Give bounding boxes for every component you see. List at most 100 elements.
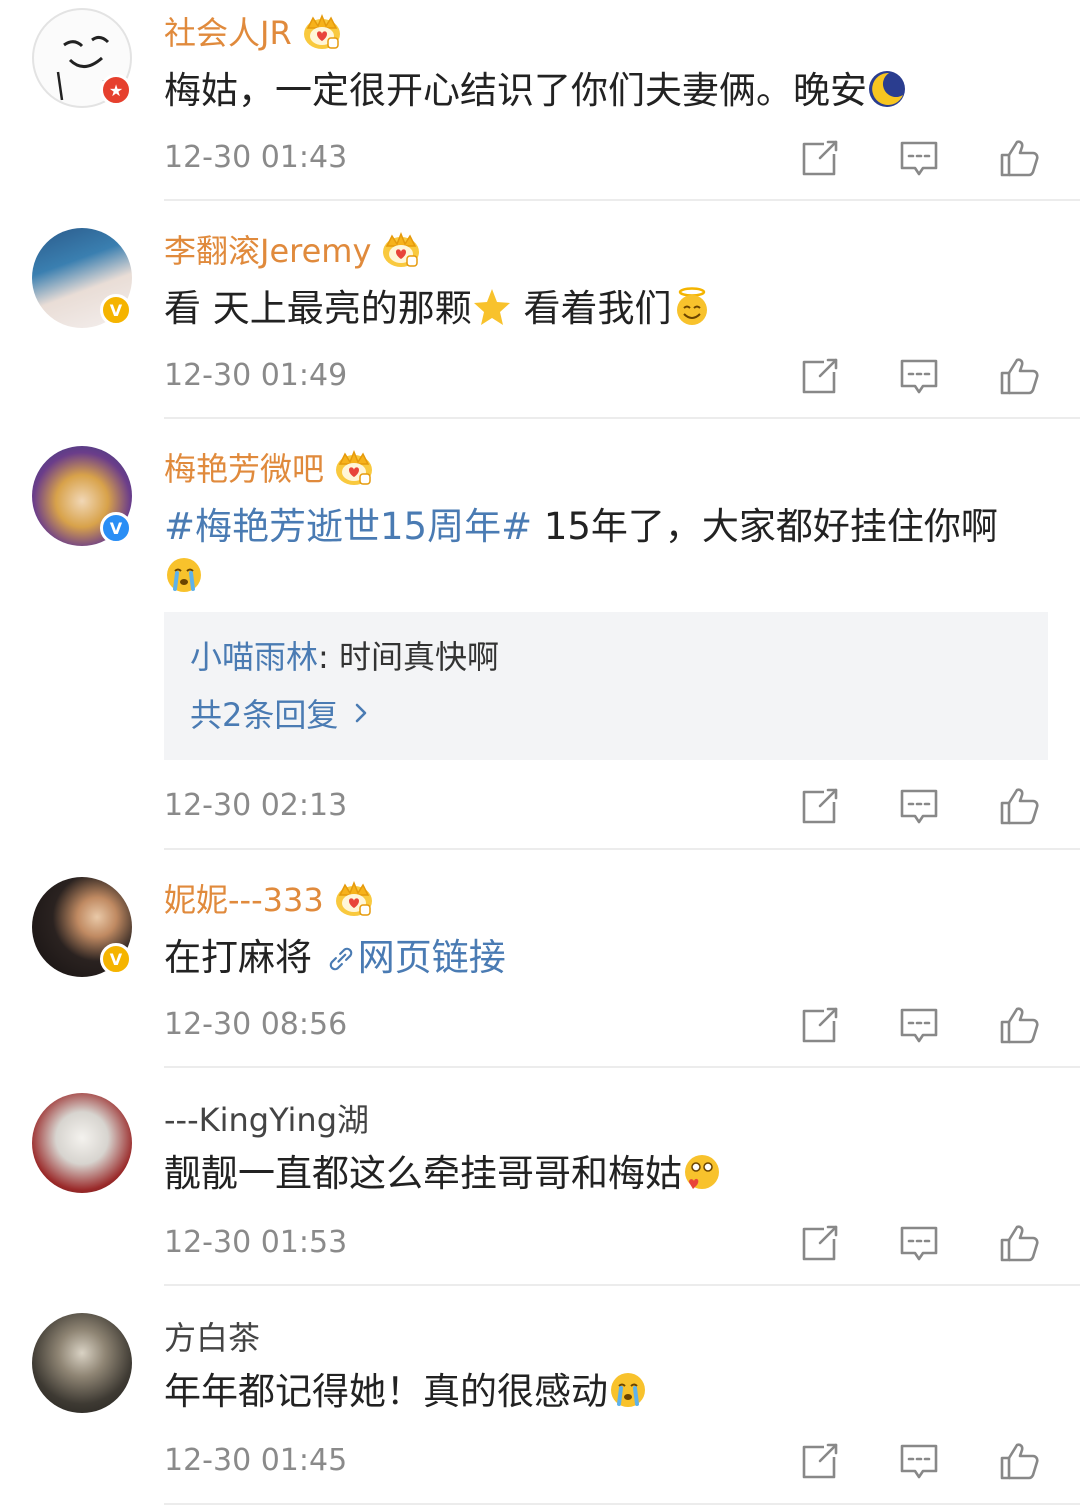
comment-time: 12-30 01:43 bbox=[164, 140, 348, 175]
reply-username[interactable]: 小喵雨林 bbox=[190, 638, 318, 676]
more-replies-link[interactable]: 共2条回复 bbox=[190, 690, 1022, 736]
avatar[interactable]: V bbox=[32, 228, 132, 328]
comment-text-content: 年年都记得她！真的很感动 bbox=[164, 1370, 608, 1413]
username-text[interactable]: 妮妮---333 bbox=[164, 875, 324, 921]
share-button[interactable] bbox=[798, 138, 840, 178]
divider bbox=[164, 417, 1080, 419]
comment-text-content: 15年了，大家都好挂住你啊 bbox=[532, 505, 998, 548]
web-link[interactable]: 网页链接 bbox=[324, 936, 506, 979]
reply-preview[interactable]: 小喵雨林: 时间真快啊 共2条回复 bbox=[164, 612, 1048, 760]
comment-time: 12-30 01:53 bbox=[164, 1225, 348, 1260]
share-icon bbox=[802, 1225, 838, 1261]
comment-actions bbox=[798, 138, 1040, 178]
like-button[interactable] bbox=[998, 1441, 1040, 1481]
like-icon bbox=[1000, 1443, 1039, 1480]
like-button[interactable] bbox=[998, 786, 1040, 826]
like-button[interactable] bbox=[998, 1005, 1040, 1045]
share-button[interactable] bbox=[798, 1441, 840, 1481]
comment-time: 12-30 02:13 bbox=[164, 788, 348, 823]
comment-icon bbox=[900, 1008, 938, 1043]
username-text[interactable]: 社会人JR bbox=[164, 8, 292, 54]
comment-icon bbox=[900, 359, 938, 394]
username-text[interactable]: 李翻滚Jeremy bbox=[164, 226, 371, 272]
avatar[interactable] bbox=[32, 1093, 132, 1193]
reply-button[interactable] bbox=[898, 786, 940, 826]
share-icon bbox=[802, 358, 838, 394]
divider bbox=[164, 1284, 1080, 1286]
reply-text: : 时间真快啊 bbox=[318, 638, 499, 676]
like-icon bbox=[1000, 1225, 1039, 1262]
like-icon bbox=[1000, 788, 1039, 825]
like-icon bbox=[1000, 358, 1039, 395]
like-button[interactable] bbox=[998, 1223, 1040, 1263]
verified-badge: ★ bbox=[100, 74, 132, 106]
username-text[interactable]: ---KingYing湖 bbox=[164, 1095, 369, 1141]
like-button[interactable] bbox=[998, 138, 1040, 178]
reply-button[interactable] bbox=[898, 1223, 940, 1263]
comment-actions bbox=[798, 1441, 1040, 1481]
comment-text-content: 看着我们 bbox=[511, 287, 672, 330]
vip-crown-icon bbox=[335, 451, 373, 486]
avatar[interactable]: ★ bbox=[32, 8, 132, 108]
comment-text-content: 靓靓一直都这么牵挂哥哥和梅姑 bbox=[164, 1152, 682, 1195]
comment-actions bbox=[798, 1223, 1040, 1263]
comment-text-content: 梅姑，一定很开心结识了你们夫妻俩。晚安 bbox=[164, 69, 867, 112]
avatar[interactable] bbox=[32, 1313, 132, 1413]
divider bbox=[164, 848, 1080, 850]
username[interactable]: 李翻滚Jeremy bbox=[164, 226, 421, 272]
moon-face-emoji-icon bbox=[869, 71, 905, 107]
reply-button[interactable] bbox=[898, 1005, 940, 1045]
comment-icon bbox=[900, 1226, 938, 1261]
comment-text-content: 在打麻将 bbox=[164, 936, 324, 979]
share-button[interactable] bbox=[798, 356, 840, 396]
comment-text: 梅姑，一定很开心结识了你们夫妻俩。晚安 bbox=[164, 66, 1044, 116]
username[interactable]: 梅艳芳微吧 bbox=[164, 444, 374, 490]
comment-text: #梅艳芳逝世15周年# 15年了，大家都好挂住你啊 bbox=[164, 502, 1044, 602]
crying-emoji-icon bbox=[611, 1373, 645, 1407]
web-link-text[interactable]: 网页链接 bbox=[358, 936, 506, 979]
share-icon bbox=[802, 1007, 838, 1043]
divider bbox=[164, 1503, 1080, 1505]
comment-actions bbox=[798, 786, 1040, 826]
share-icon bbox=[802, 1443, 838, 1479]
verified-badge: V bbox=[100, 943, 132, 975]
reply-button[interactable] bbox=[898, 138, 940, 178]
crying-emoji-icon bbox=[167, 558, 201, 592]
username[interactable]: 方白茶 bbox=[164, 1313, 260, 1359]
username-text[interactable]: 方白茶 bbox=[164, 1313, 260, 1359]
share-button[interactable] bbox=[798, 1223, 840, 1263]
angel-emoji-icon bbox=[676, 287, 707, 325]
username[interactable]: 妮妮---333 bbox=[164, 875, 374, 921]
username-text[interactable]: 梅艳芳微吧 bbox=[164, 444, 324, 490]
divider bbox=[164, 199, 1080, 201]
share-icon bbox=[802, 140, 838, 176]
reply-button[interactable] bbox=[898, 1441, 940, 1481]
comment-icon bbox=[900, 789, 938, 824]
divider bbox=[164, 1066, 1080, 1068]
vip-crown-icon bbox=[302, 15, 341, 50]
verified-badge: V bbox=[100, 512, 132, 544]
avatar[interactable]: V bbox=[32, 877, 132, 977]
comment-actions bbox=[798, 1005, 1040, 1045]
comment-time: 12-30 01:45 bbox=[164, 1443, 348, 1478]
reply-line: 小喵雨林: 时间真快啊 bbox=[190, 632, 1022, 680]
reply-button[interactable] bbox=[898, 356, 940, 396]
comment-icon bbox=[900, 141, 938, 176]
topic-link[interactable]: #梅艳芳逝世15周年# bbox=[164, 505, 532, 548]
username[interactable]: ---KingYing湖 bbox=[164, 1095, 369, 1141]
like-icon bbox=[1000, 1007, 1039, 1044]
star-emoji-icon bbox=[473, 289, 510, 325]
chevron-right-icon bbox=[356, 703, 367, 723]
vip-crown-icon bbox=[334, 882, 373, 917]
like-button[interactable] bbox=[998, 356, 1040, 396]
share-icon bbox=[802, 788, 838, 824]
more-replies-label[interactable]: 共2条回复 bbox=[190, 690, 338, 736]
like-icon bbox=[1000, 140, 1039, 177]
avatar[interactable]: V bbox=[32, 446, 132, 546]
share-button[interactable] bbox=[798, 786, 840, 826]
username[interactable]: 社会人JR bbox=[164, 8, 342, 54]
share-button[interactable] bbox=[798, 1005, 840, 1045]
comment-actions bbox=[798, 356, 1040, 396]
verified-badge: V bbox=[100, 294, 132, 326]
comment-text: 在打麻将 网页链接 bbox=[164, 933, 1044, 983]
